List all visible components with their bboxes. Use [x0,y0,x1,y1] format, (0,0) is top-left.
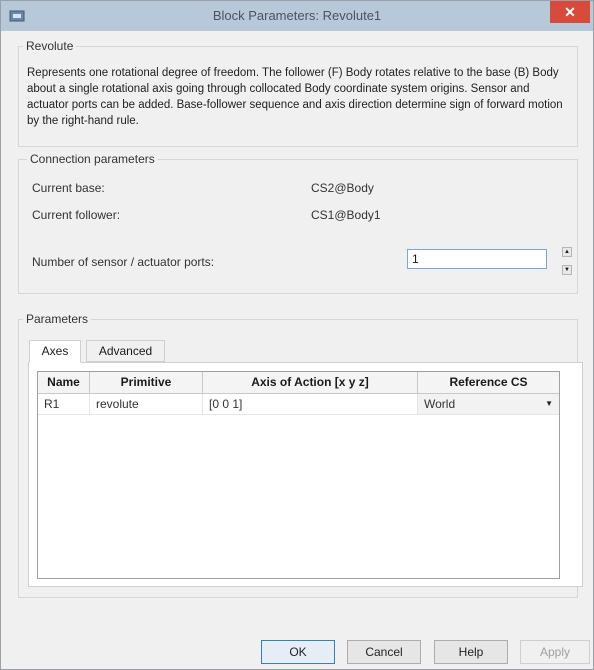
ok-button[interactable]: OK [261,640,335,664]
column-header-name[interactable]: Name [38,372,90,394]
column-header-primitive[interactable]: Primitive [90,372,203,394]
current-follower-label: Current follower: [32,208,121,222]
current-base-value: CS2@Body [311,181,374,195]
row-name-cell[interactable]: R1 [38,394,90,415]
apply-button[interactable]: Apply [520,640,590,664]
connection-parameters-legend: Connection parameters [27,152,158,166]
current-base-label: Current base: [32,181,105,195]
current-follower-value: CS1@Body1 [311,208,381,222]
block-parameters-dialog: Block Parameters: Revolute1 ✕ Revolute R… [0,0,594,670]
reference-cs-select[interactable]: World ▼ [418,394,559,415]
row-axis-cell[interactable]: [0 0 1] [203,394,418,415]
cancel-button[interactable]: Cancel [347,640,421,664]
title-bar: Block Parameters: Revolute1 ✕ [1,1,593,31]
close-button[interactable]: ✕ [550,1,590,23]
connection-parameters-group [18,159,578,294]
column-header-reference[interactable]: Reference CS [418,372,559,394]
help-button[interactable]: Help [434,640,508,664]
window-title: Block Parameters: Revolute1 [212,8,382,23]
block-name-legend: Revolute [23,39,77,53]
block-description: Represents one rotational degree of free… [27,67,563,127]
spin-up-icon[interactable]: ▲ [562,247,572,257]
dropdown-caret-icon: ▼ [545,399,553,408]
row-primitive-cell[interactable]: revolute [90,394,203,415]
parameters-legend: Parameters [23,312,92,326]
reference-cs-value: World [424,397,456,411]
ports-input[interactable]: 1 [407,249,547,269]
spin-down-icon[interactable]: ▼ [562,265,572,275]
tab-advanced[interactable]: Advanced [86,340,165,362]
tab-axes[interactable]: Axes [29,340,81,363]
ports-label: Number of sensor / actuator ports: [32,255,215,269]
axes-table: Name Primitive Axis of Action [x y z] Re… [37,371,560,579]
column-header-axis[interactable]: Axis of Action [x y z] [203,372,418,394]
